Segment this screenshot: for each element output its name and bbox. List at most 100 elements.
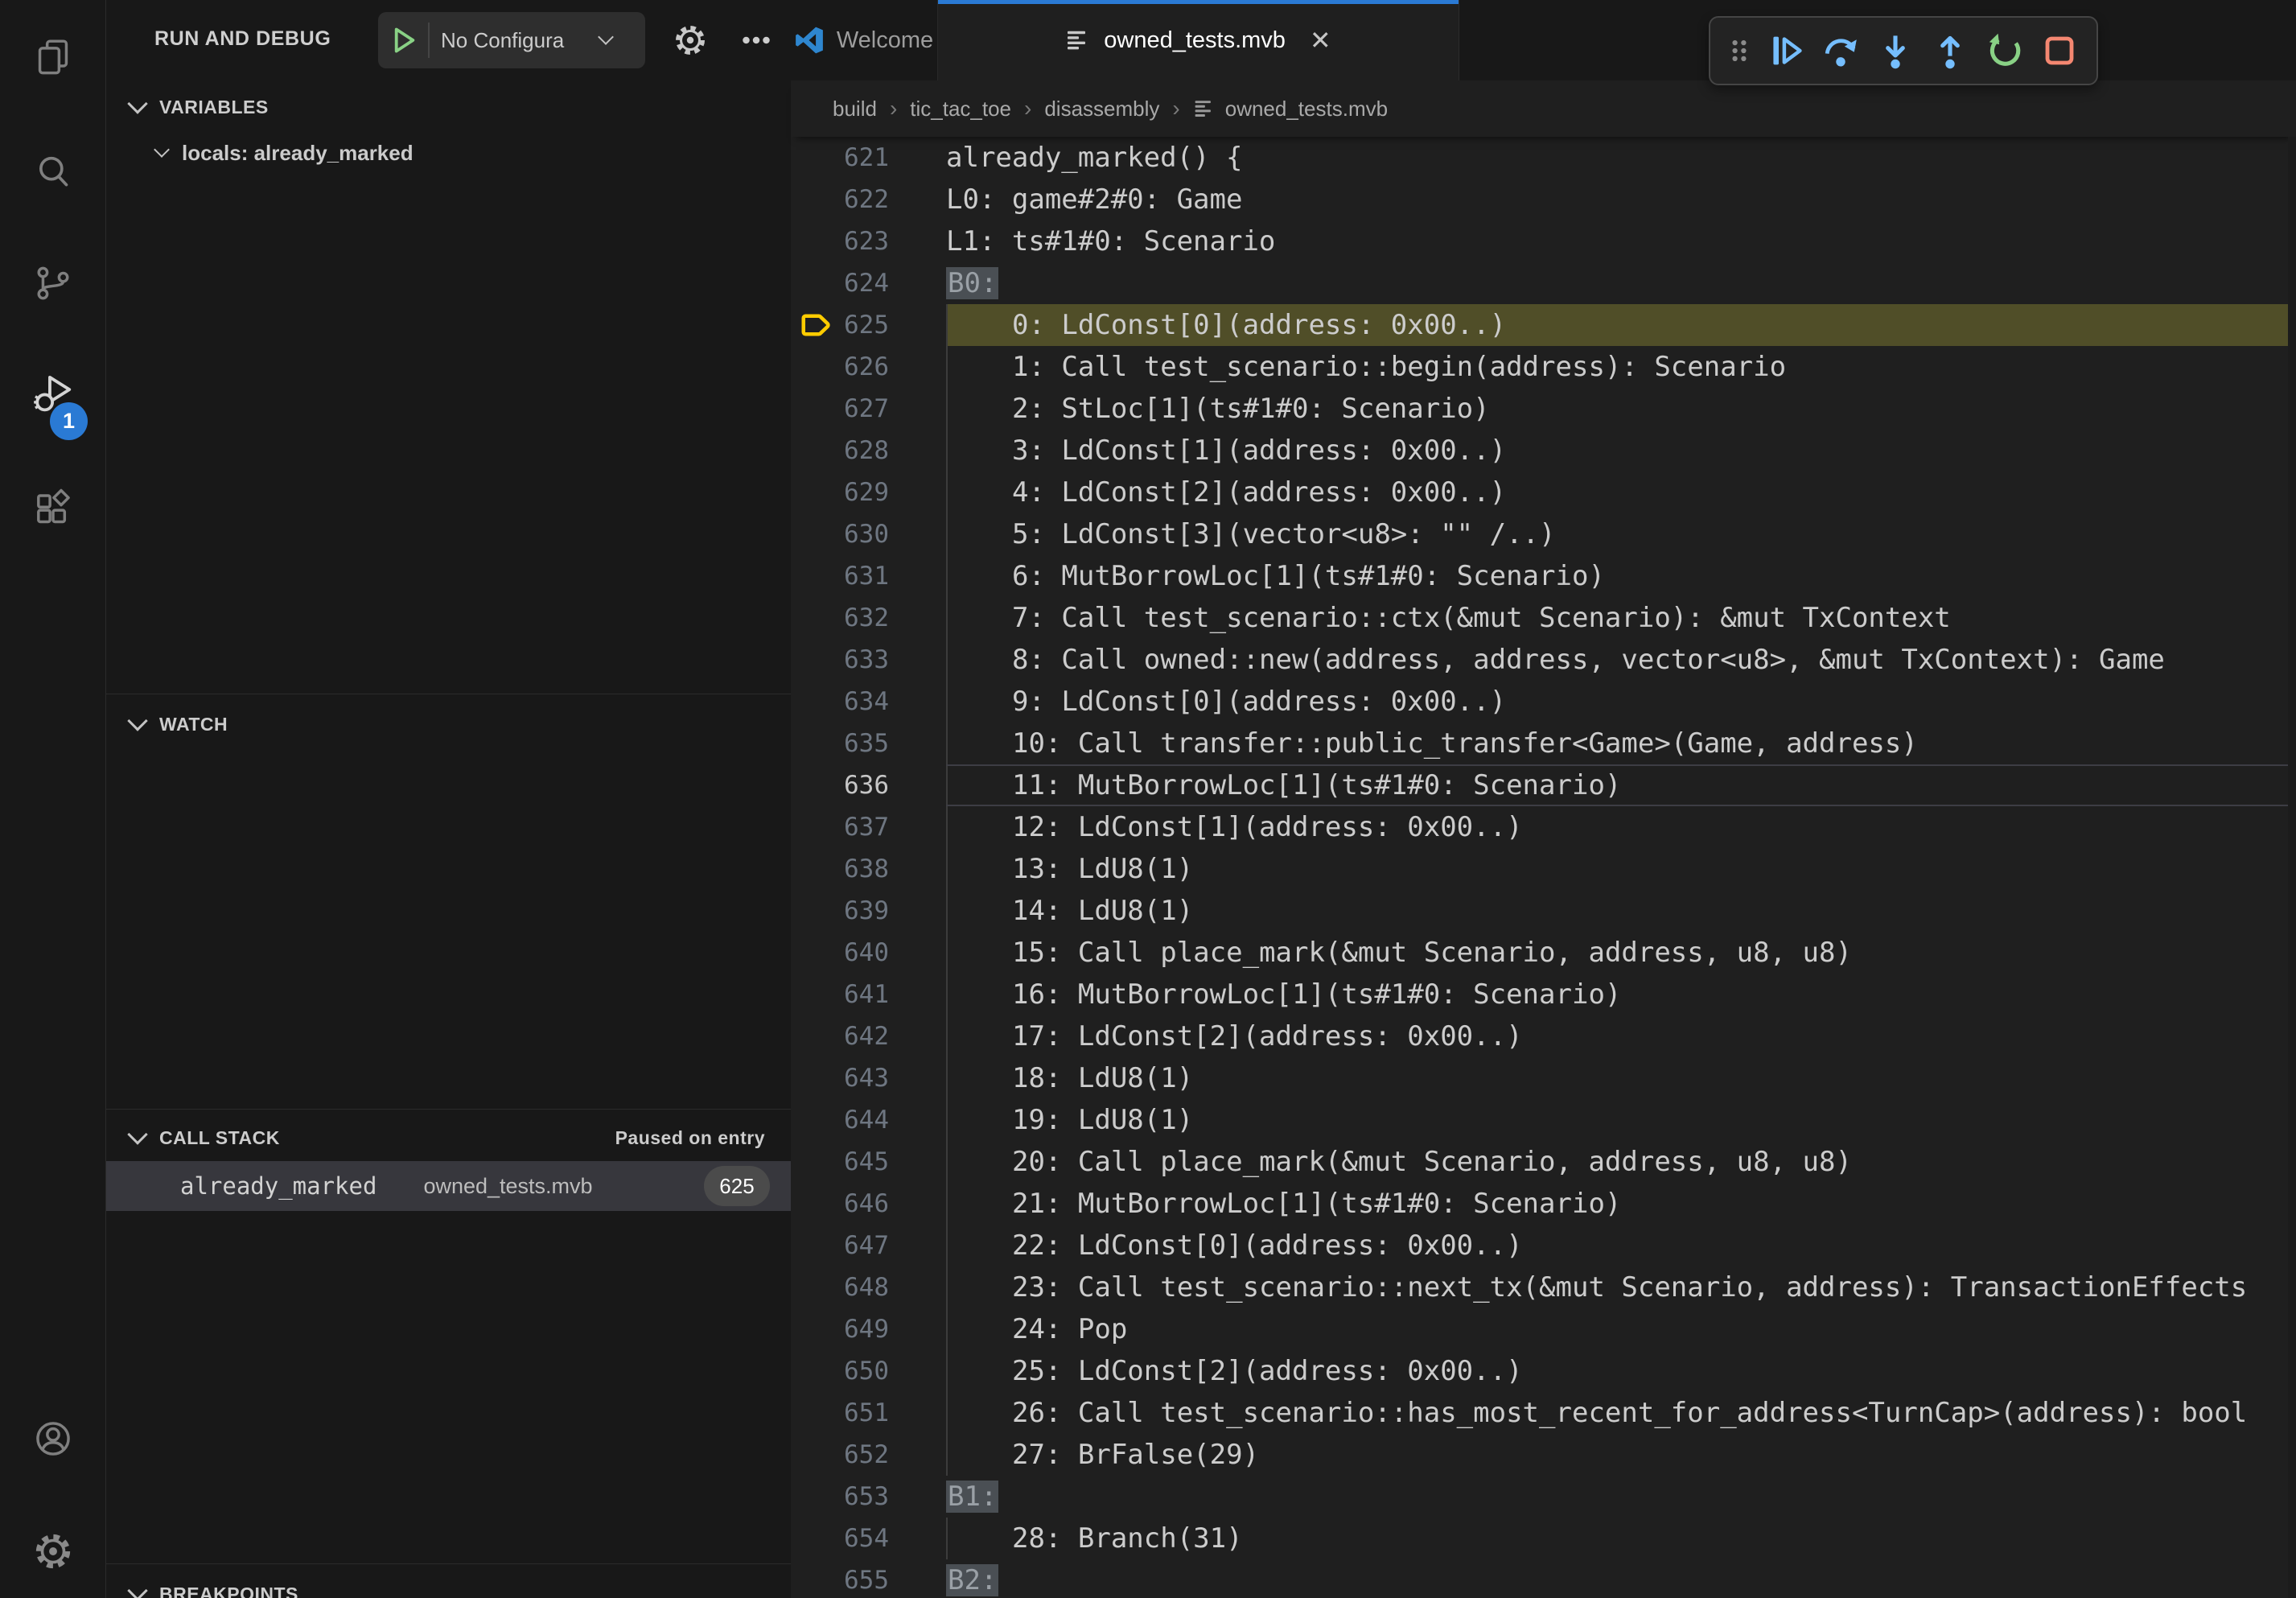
breakpoint-gutter[interactable]: 631 [791, 555, 946, 597]
breakpoint-gutter[interactable]: 653 [791, 1476, 946, 1518]
breakpoint-gutter[interactable]: 621 [791, 137, 946, 179]
breakpoint-gutter[interactable]: 625 [791, 304, 946, 346]
code-line[interactable]: 643 18: LdU8(1) [791, 1057, 2296, 1099]
breadcrumb-file[interactable]: owned_tests.mvb [1193, 97, 1388, 121]
code-line[interactable]: 624 B0: [791, 262, 2296, 304]
code-line[interactable]: 623 L1: ts#1#0: Scenario [791, 220, 2296, 262]
code-line[interactable]: 644 19: LdU8(1) [791, 1099, 2296, 1141]
breakpoint-gutter[interactable]: 644 [791, 1099, 946, 1141]
code-line[interactable]: 652 27: BrFalse(29) [791, 1434, 2296, 1476]
variables-header[interactable]: VARIABLES [106, 84, 791, 130]
breakpoint-gutter[interactable]: 622 [791, 179, 946, 220]
breakpoint-gutter[interactable]: 637 [791, 806, 946, 848]
breadcrumb-item[interactable]: tic_tac_toe [910, 97, 1011, 121]
code-line[interactable]: 655 B2: [791, 1559, 2296, 1598]
debug-settings-icon[interactable] [663, 13, 718, 68]
search-icon[interactable] [0, 124, 105, 220]
code-line[interactable]: 650 25: LdConst[2](address: 0x00..) [791, 1350, 2296, 1392]
breakpoint-gutter[interactable]: 626 [791, 346, 946, 388]
tab-welcome[interactable]: Welcome [791, 0, 938, 80]
code-line[interactable]: 634 9: LdConst[0](address: 0x00..) [791, 681, 2296, 723]
more-actions-icon[interactable] [730, 13, 782, 68]
code-line[interactable]: 651 26: Call test_scenario::has_most_rec… [791, 1392, 2296, 1434]
breakpoint-gutter[interactable]: 628 [791, 430, 946, 472]
overview-ruler[interactable] [2288, 137, 2296, 1598]
code-line[interactable]: 645 20: Call place_mark(&mut Scenario, a… [791, 1141, 2296, 1183]
breakpoint-gutter[interactable]: 636 [791, 764, 946, 806]
config-dropdown-value[interactable]: No Configura [441, 28, 599, 53]
settings-gear-icon[interactable] [0, 1503, 105, 1598]
code-line[interactable]: 637 12: LdConst[1](address: 0x00..) [791, 806, 2296, 848]
code-line[interactable]: 631 6: MutBorrowLoc[1](ts#1#0: Scenario) [791, 555, 2296, 597]
breakpoint-gutter[interactable]: 640 [791, 932, 946, 974]
breakpoint-gutter[interactable]: 633 [791, 639, 946, 681]
breakpoint-gutter[interactable]: 649 [791, 1308, 946, 1350]
stack-frame-row[interactable]: already_marked owned_tests.mvb 625 [106, 1161, 791, 1211]
code-line[interactable]: 653 B1: [791, 1476, 2296, 1518]
code-line[interactable]: 625 0: LdConst[0](address: 0x00..) [791, 304, 2296, 346]
breakpoint-gutter[interactable]: 651 [791, 1392, 946, 1434]
code-line[interactable]: 654 28: Branch(31) [791, 1518, 2296, 1559]
source-control-icon[interactable] [0, 235, 105, 332]
breakpoint-gutter[interactable]: 643 [791, 1057, 946, 1099]
code-line[interactable]: 630 5: LdConst[3](vector<u8>: "" /..) [791, 513, 2296, 555]
code-line[interactable]: 629 4: LdConst[2](address: 0x00..) [791, 472, 2296, 513]
breakpoint-gutter[interactable]: 647 [791, 1225, 946, 1266]
breakpoints-header[interactable]: BREAKPOINTS [106, 1571, 791, 1598]
breakpoint-gutter[interactable]: 655 [791, 1559, 946, 1598]
tab-owned-tests[interactable]: owned_tests.mvb ✕ [938, 0, 1459, 80]
breakpoint-gutter[interactable]: 652 [791, 1434, 946, 1476]
extensions-icon[interactable] [0, 460, 105, 557]
code-line[interactable]: 647 22: LdConst[0](address: 0x00..) [791, 1225, 2296, 1266]
breakpoint-gutter[interactable]: 632 [791, 597, 946, 639]
breakpoint-gutter[interactable]: 641 [791, 974, 946, 1015]
breakpoint-gutter[interactable]: 630 [791, 513, 946, 555]
step-over-button[interactable] [1813, 23, 1868, 78]
breakpoint-gutter[interactable]: 650 [791, 1350, 946, 1392]
breakpoint-gutter[interactable]: 623 [791, 220, 946, 262]
debug-config-selector[interactable]: No Configura [378, 12, 645, 68]
code-line[interactable]: 632 7: Call test_scenario::ctx(&mut Scen… [791, 597, 2296, 639]
watch-header[interactable]: WATCH [106, 701, 791, 748]
code-line[interactable]: 635 10: Call transfer::public_transfer<G… [791, 723, 2296, 764]
breakpoint-gutter[interactable]: 629 [791, 472, 946, 513]
code-line[interactable]: 639 14: LdU8(1) [791, 890, 2296, 932]
code-line[interactable]: 646 21: MutBorrowLoc[1](ts#1#0: Scenario… [791, 1183, 2296, 1225]
breakpoint-gutter[interactable]: 642 [791, 1015, 946, 1057]
breakpoint-gutter[interactable]: 646 [791, 1183, 946, 1225]
breakpoint-gutter[interactable]: 624 [791, 262, 946, 304]
explorer-icon[interactable] [0, 10, 105, 106]
call-stack-header[interactable]: CALL STACK Paused on entry [106, 1114, 791, 1161]
breakpoint-gutter[interactable]: 638 [791, 848, 946, 890]
code-line[interactable]: 621 already_marked() { [791, 137, 2296, 179]
breakpoint-gutter[interactable]: 645 [791, 1141, 946, 1183]
code-line[interactable]: 626 1: Call test_scenario::begin(address… [791, 346, 2296, 388]
step-into-button[interactable] [1868, 23, 1923, 78]
code-line[interactable]: 633 8: Call owned::new(address, address,… [791, 639, 2296, 681]
breakpoint-gutter[interactable]: 635 [791, 723, 946, 764]
toolbar-drag-handle[interactable] [1720, 23, 1759, 78]
code-line[interactable]: 622 L0: game#2#0: Game [791, 179, 2296, 220]
breakpoint-gutter[interactable]: 627 [791, 388, 946, 430]
code-line[interactable]: 642 17: LdConst[2](address: 0x00..) [791, 1015, 2296, 1057]
breakpoint-gutter[interactable]: 634 [791, 681, 946, 723]
code-line[interactable]: 627 2: StLoc[1](ts#1#0: Scenario) [791, 388, 2296, 430]
variables-scope-row[interactable]: locals: already_marked [106, 130, 791, 175]
code-line[interactable]: 641 16: MutBorrowLoc[1](ts#1#0: Scenario… [791, 974, 2296, 1015]
breakpoint-gutter[interactable]: 648 [791, 1266, 946, 1308]
breakpoint-gutter[interactable]: 654 [791, 1518, 946, 1559]
code-line[interactable]: 636 11: MutBorrowLoc[1](ts#1#0: Scenario… [791, 764, 2296, 806]
continue-button[interactable] [1759, 23, 1813, 78]
start-debug-icon[interactable] [378, 25, 428, 56]
close-tab-icon[interactable]: ✕ [1310, 27, 1331, 53]
code-line[interactable]: 638 13: LdU8(1) [791, 848, 2296, 890]
breadcrumb-item[interactable]: build [833, 97, 877, 121]
code-line[interactable]: 649 24: Pop [791, 1308, 2296, 1350]
stop-button[interactable] [2032, 23, 2087, 78]
code-line[interactable]: 640 15: Call place_mark(&mut Scenario, a… [791, 932, 2296, 974]
breadcrumb-item[interactable]: disassembly [1044, 97, 1159, 121]
breakpoint-gutter[interactable]: 639 [791, 890, 946, 932]
step-out-button[interactable] [1923, 23, 1977, 78]
account-icon[interactable] [0, 1390, 105, 1487]
code-line[interactable]: 648 23: Call test_scenario::next_tx(&mut… [791, 1266, 2296, 1308]
